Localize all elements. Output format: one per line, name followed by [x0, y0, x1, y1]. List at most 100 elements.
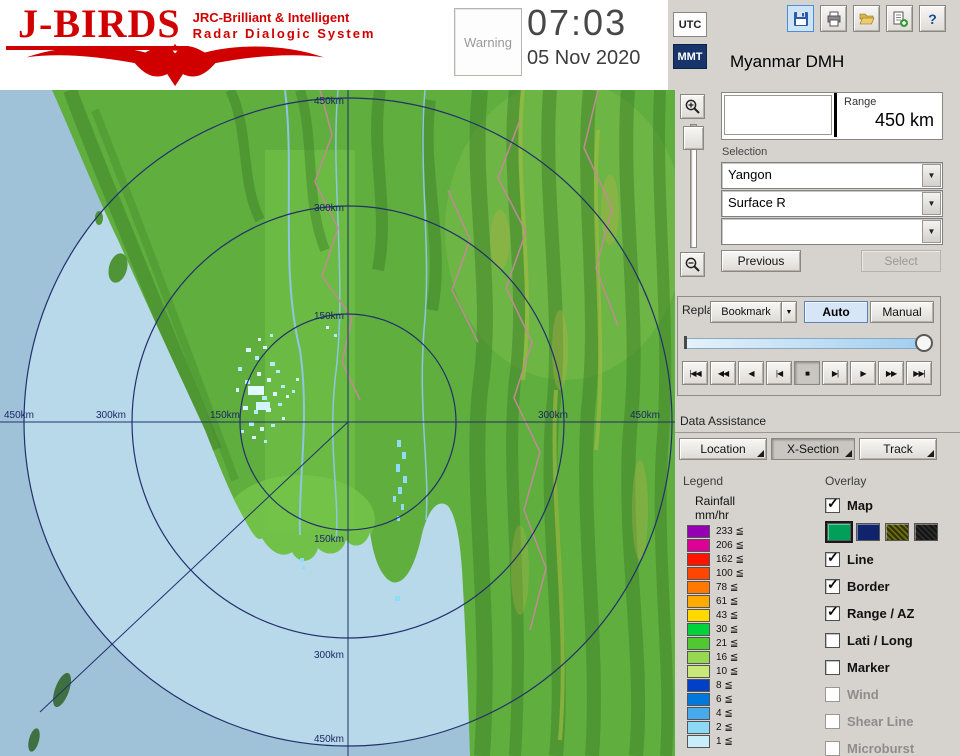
legend-color-swatch — [687, 581, 710, 594]
select-button[interactable]: Select — [861, 250, 941, 272]
playback-button-0[interactable]: |◀◀ — [682, 361, 708, 385]
warning-label: Warning — [464, 34, 512, 50]
legend-color-swatch — [687, 637, 710, 650]
utc-button[interactable]: UTC — [673, 12, 707, 37]
overlay-item-range-az[interactable]: Range / AZ — [825, 603, 957, 622]
bookmark-dropdown-arrow[interactable]: ▼ — [781, 301, 797, 323]
map-style-swatch[interactable] — [914, 523, 938, 541]
manual-button[interactable]: Manual — [870, 301, 934, 323]
control-panel: Range 450 km Selection Yangon ▼ Surface … — [675, 90, 960, 756]
overlay-checkbox[interactable] — [825, 576, 840, 594]
overlay-checkbox[interactable] — [825, 495, 840, 513]
toolbar: ? — [787, 5, 946, 32]
ring-label: 150km — [314, 311, 344, 322]
product-dropdown[interactable]: Surface R ▼ — [721, 190, 943, 217]
overlay-checkbox[interactable] — [825, 632, 840, 648]
help-button[interactable]: ? — [919, 5, 946, 32]
overlay-checkbox[interactable] — [825, 713, 840, 729]
overlay-item-lati-long[interactable]: Lati / Long — [825, 631, 957, 649]
overlay-section: Overlay Map Line Border Range / AZ Lati / Lo… — [825, 474, 957, 756]
playback-button-1[interactable]: ◀◀ — [710, 361, 736, 385]
map-style-swatch[interactable] — [825, 521, 853, 543]
playback-button-2[interactable]: ◀ — [738, 361, 764, 385]
playback-button-3[interactable]: |◀ — [766, 361, 792, 385]
replay-slider-track[interactable] — [684, 338, 930, 349]
legend-unit-line2: mm/hr — [695, 508, 729, 522]
overlay-item-border[interactable]: Border — [825, 576, 957, 595]
playback-button-7[interactable]: ▶▶ — [878, 361, 904, 385]
playback-controls: |◀◀ ◀◀ ◀ |◀ ■ ▶| ▶ ▶▶ ▶▶| — [682, 361, 932, 385]
logo-subtitle-line1: JRC-Brilliant & Intelligent — [192, 10, 350, 25]
overlay-item-map[interactable]: Map — [825, 495, 957, 514]
playback-button-8[interactable]: ▶▶| — [906, 361, 932, 385]
overlay-checkbox[interactable] — [825, 686, 840, 702]
overlay-item-wind[interactable]: Wind — [825, 685, 957, 703]
ring-label: 300km — [538, 410, 568, 421]
legend-entry: 21 ≦ — [687, 637, 819, 650]
legend-title: Legend — [683, 474, 724, 488]
overlay-checkbox[interactable] — [825, 603, 840, 621]
playback-button-4[interactable]: ■ — [794, 361, 820, 385]
logo-subtitle: JRC-Brilliant & Intelligent Radar Dialog… — [193, 10, 376, 42]
print-button[interactable] — [820, 5, 847, 32]
legend-color-swatch — [687, 609, 710, 622]
overlay-item-shear-line[interactable]: Shear Line — [825, 712, 957, 730]
legend-entry: 1 ≦ — [687, 735, 819, 748]
legend-color-swatch — [687, 595, 710, 608]
map-style-swatch[interactable] — [856, 523, 880, 541]
chevron-down-icon[interactable]: ▼ — [922, 164, 941, 187]
zoom-slider-thumb[interactable] — [683, 126, 704, 150]
range-value: 450 km — [874, 110, 934, 130]
overlay-label: Wind — [847, 686, 879, 702]
radar-map[interactable]: 450km 300km 150km 150km 300km 450km 450k… — [0, 90, 675, 756]
zoom-out-icon — [685, 257, 700, 272]
overlay-label: Lati / Long — [847, 632, 913, 648]
option-dropdown[interactable]: ▼ — [721, 218, 943, 245]
station-name: Myanmar DMH — [730, 52, 845, 71]
ring-label: 450km — [4, 410, 34, 421]
clock: 07:03 05 Nov 2020 — [527, 2, 667, 70]
chevron-down-icon[interactable]: ▼ — [922, 220, 941, 243]
site-dropdown-value: Yangon — [728, 167, 772, 182]
overlay-item-marker[interactable]: Marker — [825, 658, 957, 676]
location-button[interactable]: Location — [679, 438, 767, 460]
overlay-checkbox[interactable] — [825, 549, 840, 567]
data-assistance-divider — [675, 432, 960, 433]
xsection-button[interactable]: X-Section — [771, 438, 855, 460]
mmt-button[interactable]: MMT — [673, 44, 707, 69]
zoom-control — [677, 92, 709, 282]
overlay-checkbox[interactable] — [825, 659, 840, 675]
previous-button[interactable]: Previous — [721, 250, 801, 272]
map-style-swatch[interactable] — [885, 523, 909, 541]
eagle-logo-icon — [26, 43, 324, 87]
zoom-out-button[interactable] — [680, 252, 705, 277]
legend-value: 8 ≦ — [716, 680, 733, 691]
bookmark-button[interactable]: Bookmark — [710, 301, 782, 323]
header-right-section: UTC MMT ? Myanmar DMH — [668, 0, 960, 90]
legend-entry: 162 ≦ — [687, 553, 819, 566]
legend-color-swatch — [687, 651, 710, 664]
overlay-checkbox[interactable] — [825, 740, 840, 756]
legend-color-swatch — [687, 539, 710, 552]
zoom-in-button[interactable] — [680, 94, 705, 119]
legend-color-swatch — [687, 721, 710, 734]
overlay-item-line[interactable]: Line — [825, 549, 957, 568]
playback-button-6[interactable]: ▶ — [850, 361, 876, 385]
legend-color-swatch — [687, 525, 710, 538]
playback-button-5[interactable]: ▶| — [822, 361, 848, 385]
save-icon — [793, 11, 808, 26]
legend-value: 1 ≦ — [716, 736, 733, 747]
replay-slider-thumb[interactable] — [915, 334, 933, 352]
chevron-down-icon[interactable]: ▼ — [922, 192, 941, 215]
replay-slider[interactable] — [684, 334, 933, 352]
overlay-label: Marker — [847, 659, 890, 675]
legend-value: 162 ≦ — [716, 554, 744, 565]
legend-entry: 30 ≦ — [687, 623, 819, 636]
overlay-item-microburst[interactable]: Microburst — [825, 739, 957, 756]
save-button[interactable] — [787, 5, 814, 32]
auto-button[interactable]: Auto — [804, 301, 868, 323]
site-dropdown[interactable]: Yangon ▼ — [721, 162, 943, 189]
open-folder-button[interactable] — [853, 5, 880, 32]
track-button[interactable]: Track — [859, 438, 937, 460]
export-button[interactable] — [886, 5, 913, 32]
